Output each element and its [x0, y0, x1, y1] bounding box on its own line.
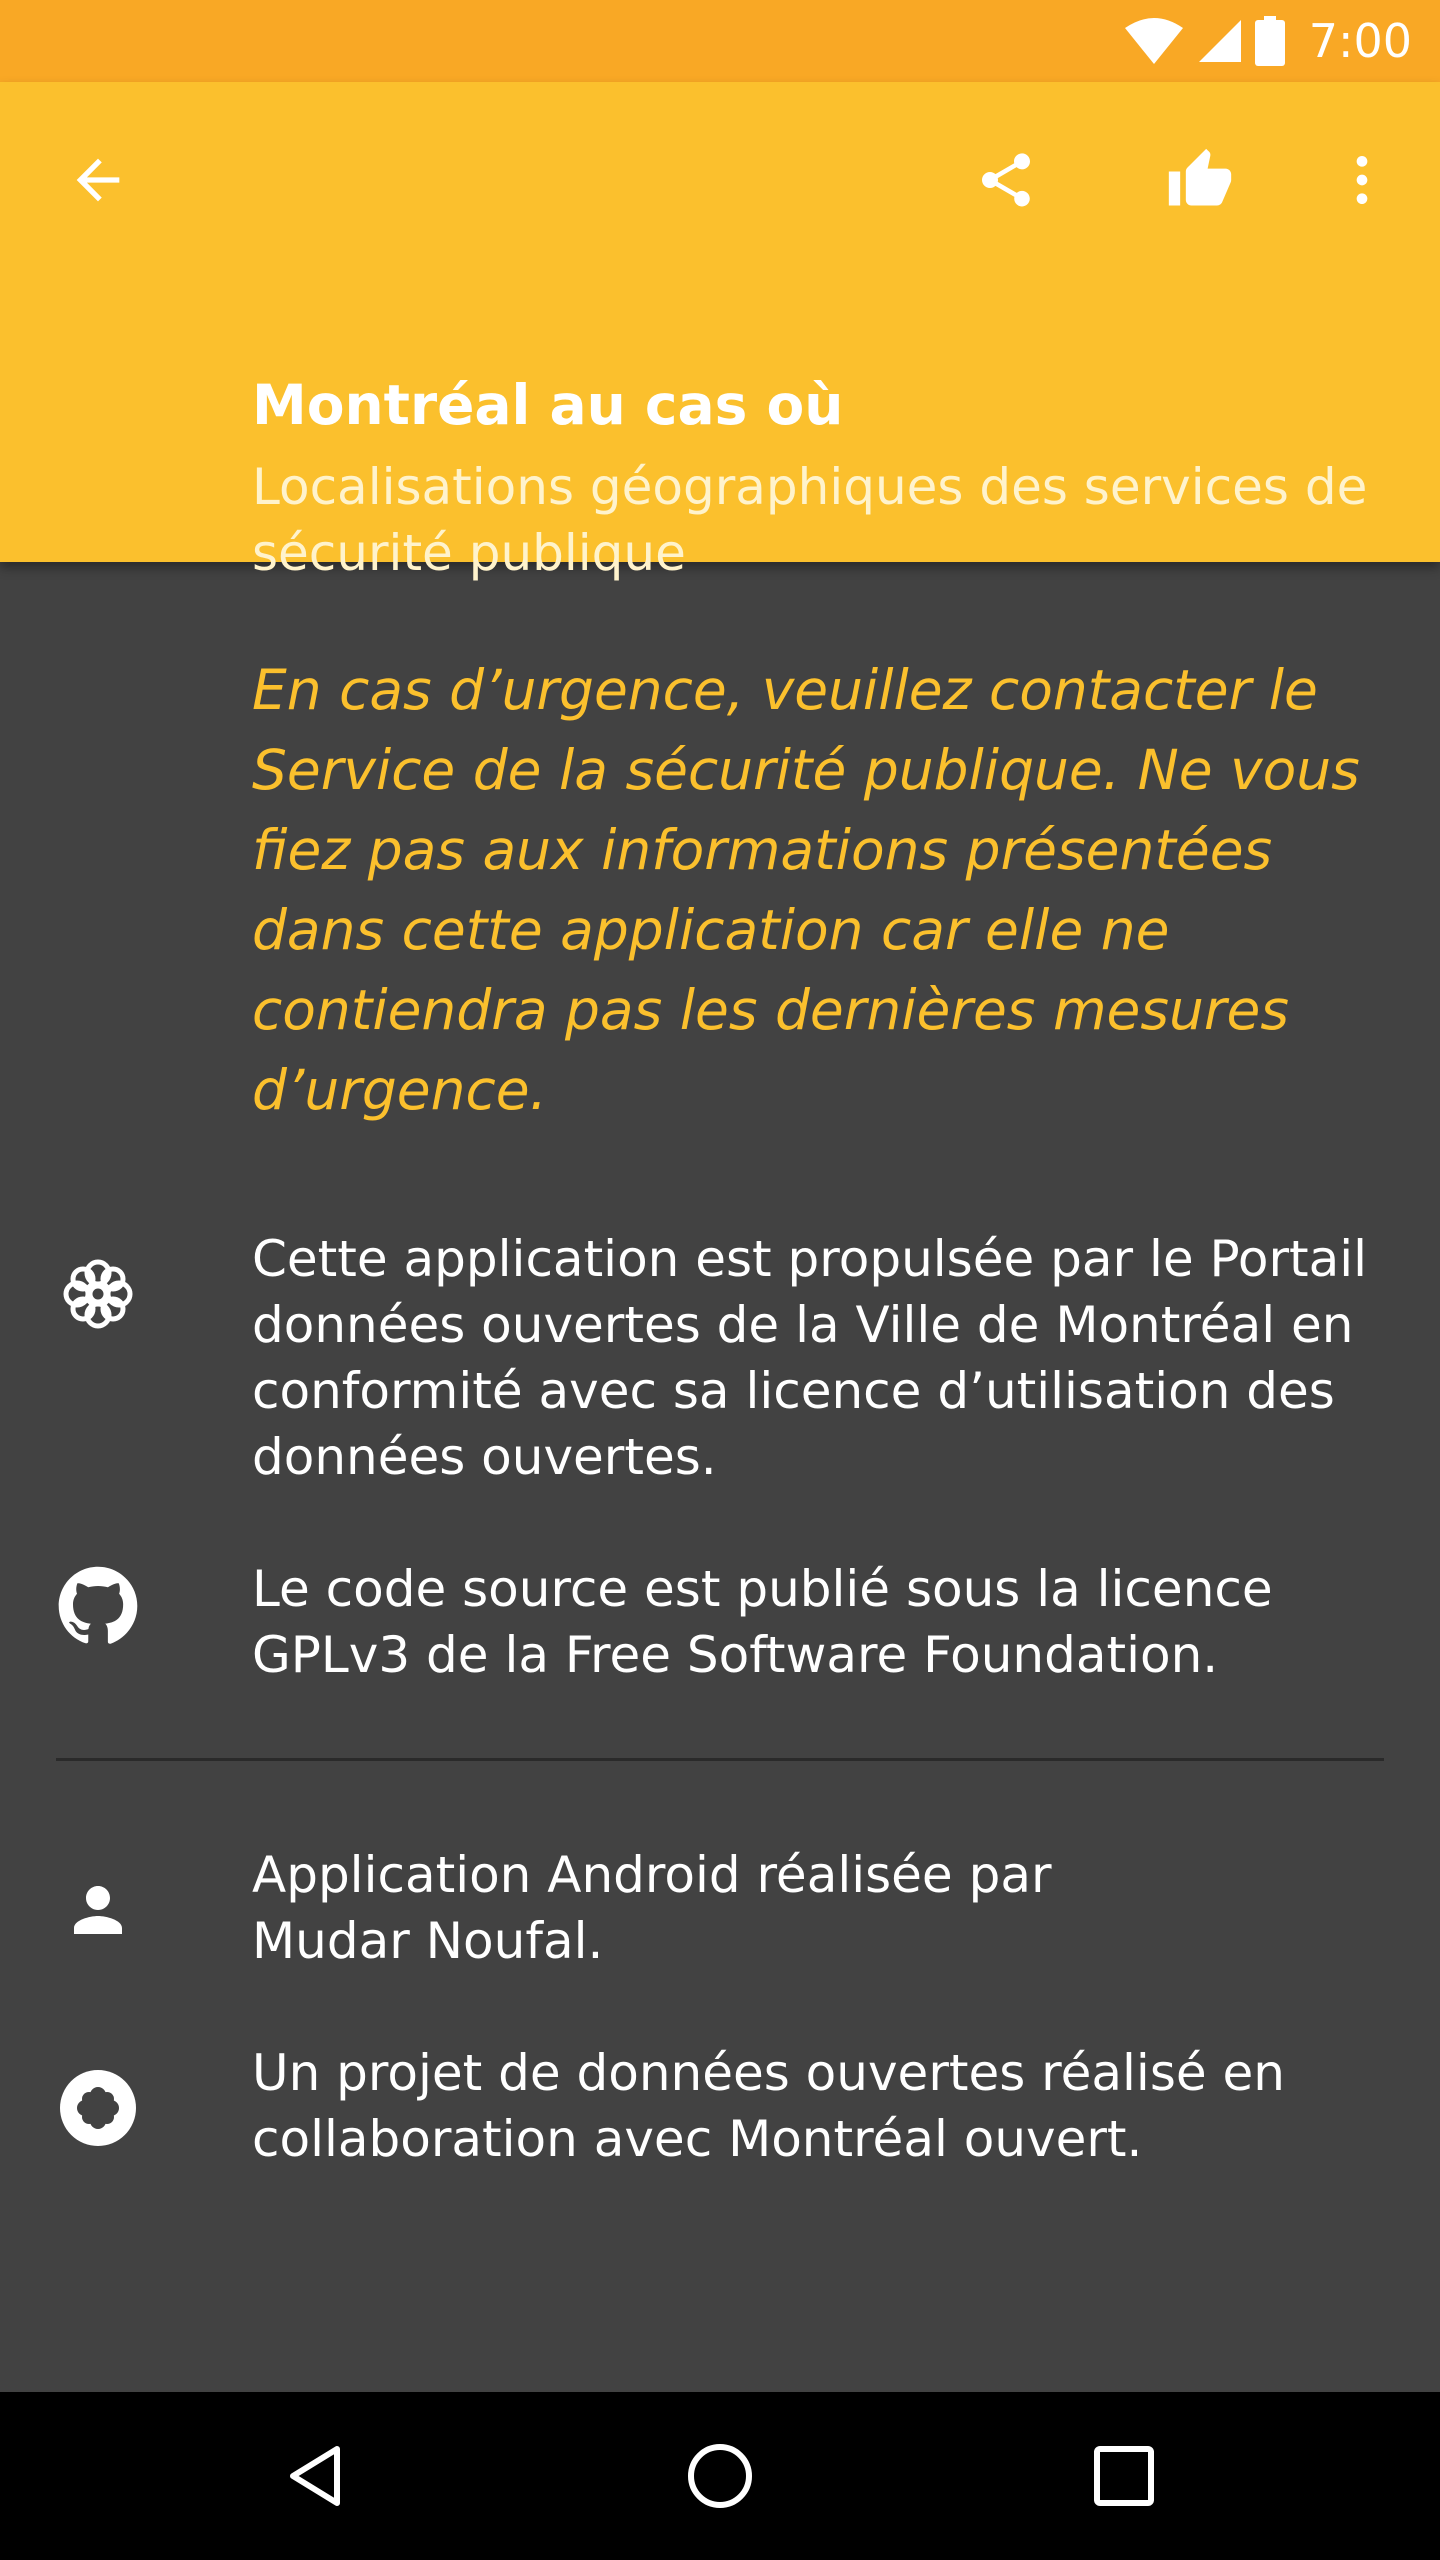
app-bar: Montréal au cas où Localisations géograp… [0, 82, 1440, 582]
status-time: 7:00 [1308, 14, 1412, 68]
status-bar: 7:00 [0, 0, 1440, 82]
thumb-up-icon [1168, 148, 1232, 206]
more-options-button[interactable] [1314, 132, 1410, 228]
back-triangle-icon [290, 2446, 340, 2506]
montreal-ouvert-icon [50, 2060, 146, 2156]
home-circle-icon [688, 2444, 752, 2508]
divider [56, 1758, 1384, 1761]
nav-back-button[interactable] [254, 2414, 378, 2538]
back-arrow-icon [76, 158, 120, 202]
wifi-icon [1124, 18, 1183, 64]
navigation-bar [0, 2392, 1440, 2560]
app-subtitle: Localisations géographiques des services… [252, 458, 1368, 582]
source-code-text: Le code source est publié sous la licenc… [252, 1560, 1273, 1684]
battery-icon [1254, 16, 1285, 66]
share-button[interactable] [958, 132, 1054, 228]
more-vert-icon [1356, 156, 1368, 204]
back-button[interactable] [50, 132, 146, 228]
like-button[interactable] [1152, 132, 1248, 228]
share-icon [982, 153, 1030, 207]
montreal-ouvert-text: Un projet de données ouvertes réalisé en… [252, 2044, 1285, 2168]
nav-recents-button[interactable] [1062, 2414, 1186, 2538]
author-text: Application Android réalisée par Mudar N… [252, 1846, 1052, 1970]
person-icon [50, 1862, 146, 1958]
github-icon [50, 1558, 146, 1654]
status-icons: 7:00 [1123, 0, 1440, 82]
montreal-logo-icon [50, 1246, 146, 1342]
signal-icon [1198, 20, 1241, 62]
app-title: Montréal au cas où [252, 373, 844, 437]
emergency-warning: En cas d’urgence, veuillez contacter le … [252, 658, 1360, 1122]
recents-square-icon [1094, 2446, 1154, 2506]
data-portal-text: Cette application est propulsée par le P… [252, 1230, 1368, 1486]
nav-home-button[interactable] [658, 2414, 782, 2538]
